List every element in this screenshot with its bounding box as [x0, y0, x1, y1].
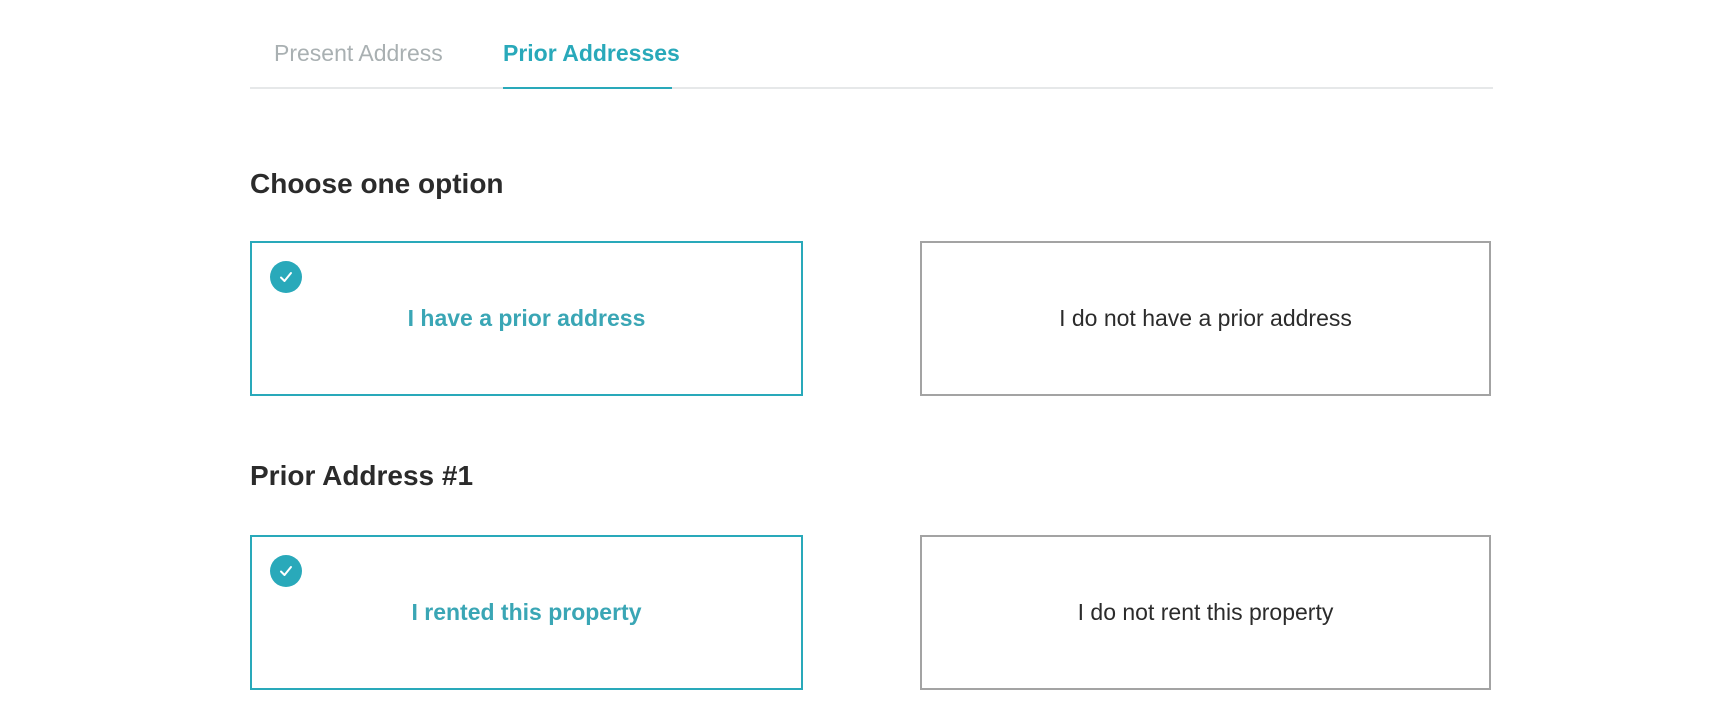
option-label: I do not rent this property [1077, 599, 1334, 625]
choose-option-heading: Choose one option [250, 168, 504, 199]
option-label: I have a prior address [407, 305, 646, 331]
prior-addresses-page: Present Address Prior Addresses Choose o… [0, 0, 1736, 704]
checkmark-icon [280, 566, 292, 576]
prior-address-1-heading: Prior Address #1 [250, 460, 474, 491]
active-tab-indicator [503, 87, 672, 89]
checkmark-circle-icon [270, 261, 302, 293]
option-not-rent-property[interactable]: I do not rent this property [920, 535, 1491, 690]
option-have-prior-address[interactable]: I have a prior address [250, 241, 803, 396]
checkmark-icon [280, 272, 292, 282]
tab-present-address[interactable]: Present Address [274, 38, 443, 68]
tab-prior-addresses[interactable]: Prior Addresses [503, 38, 680, 68]
option-label: I rented this property [411, 599, 642, 625]
option-label: I do not have a prior address [1059, 305, 1352, 331]
address-tabs: Present Address Prior Addresses [250, 0, 1493, 89]
option-no-prior-address[interactable]: I do not have a prior address [920, 241, 1491, 396]
checkmark-circle-icon [270, 555, 302, 587]
option-rented-property[interactable]: I rented this property [250, 535, 803, 690]
